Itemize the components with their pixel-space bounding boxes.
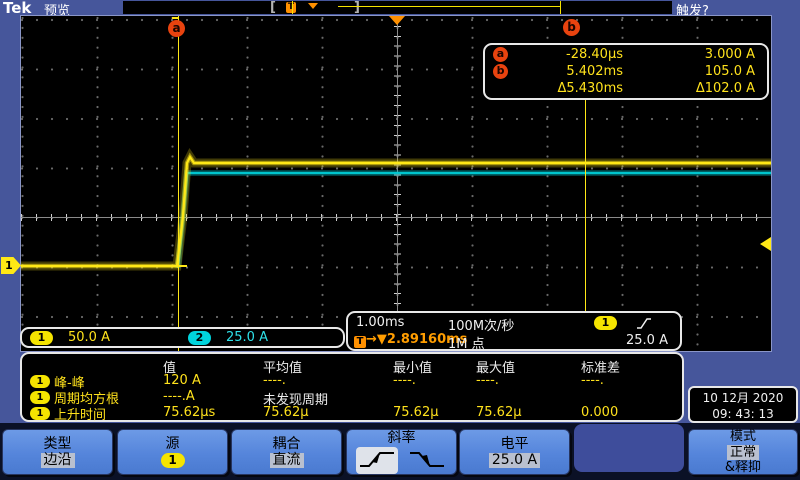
cursor-a-value: 3.000 A [623, 47, 755, 62]
col-header-max: 最大值 [476, 357, 581, 373]
timebase-readout-box: 1.00ms 100M次/秒 1 T→▼2.89160ms 1M 点 25.0 … [346, 311, 682, 351]
ch2-badge[interactable]: 2 [188, 331, 211, 345]
measurement-max: ----. [476, 373, 581, 389]
trigger-level-arrow-icon[interactable] [760, 237, 771, 251]
button-value: 25.0 A [489, 453, 540, 468]
time-label: 09: 43: 13 [690, 406, 796, 422]
cursor-readout-box: a -28.40µs 3.000 A b 5.402ms 105.0 A Δ5.… [483, 43, 769, 100]
cursor-a-icon: a [493, 47, 508, 62]
channel-readout-box: 1 50.0 A 2 25.0 A [20, 327, 345, 348]
measurement-table: 值 平均值 最小值 最大值 标准差 1 峰-峰 120 A ----. ----… [20, 352, 684, 422]
button-value: 直流 [270, 453, 304, 468]
button-value: 边沿 [41, 453, 75, 468]
button-title: 电平 [501, 436, 529, 452]
menu-button-coupling[interactable]: 耦合 直流 [231, 429, 342, 475]
record-length: 1M 点 [448, 333, 485, 352]
ch1-scale: 50.0 A [68, 330, 110, 345]
measurement-mean: 75.62µ [263, 405, 393, 421]
cursor-delta-value: Δ102.0 A [623, 81, 755, 96]
slope-falling-icon[interactable] [406, 447, 448, 474]
measurement-mean: ----. [263, 373, 393, 389]
cursor-b-icon: b [493, 64, 508, 79]
cursor-a-flag[interactable]: a [168, 20, 185, 37]
datetime-box: 10 12月 2020 09: 43: 13 [688, 386, 798, 423]
cursor-a-line [178, 16, 179, 352]
measurement-std [581, 389, 682, 405]
cursor-b-time: 5.402ms [523, 64, 623, 79]
record-cursor-b-mark [560, 1, 561, 14]
button-title: 耦合 [273, 436, 301, 452]
top-status-bar: Tek 预览 [ ] T 触发? [0, 0, 800, 15]
trigger-source-badge: 1 [594, 316, 617, 330]
trigger-slope-icon [636, 316, 652, 330]
measurement-value: 75.62µs [163, 405, 263, 421]
trigger-level-readout: 25.0 A [626, 333, 668, 348]
record-trigger-icon: T [286, 2, 296, 13]
measurement-name: 上升时间 [54, 404, 106, 423]
cursor-a-top-tick [172, 17, 178, 19]
ch1-badge: 1 [30, 407, 50, 420]
measurement-min [393, 389, 476, 405]
measurement-min: 75.62µ [393, 405, 476, 421]
ch1-badge: 1 [30, 375, 50, 388]
cursor-delta-time: Δ5.430ms [523, 81, 623, 96]
slope-rising-icon[interactable] [356, 447, 398, 474]
button-value: 正常 [727, 445, 759, 460]
softkey-menu-bar: 类型 边沿 源 1 耦合 直流 斜率 [0, 423, 800, 480]
cursor-b-flag[interactable]: b [563, 19, 580, 36]
measurement-value: ----.A [163, 389, 263, 405]
record-waveform-overview [338, 6, 560, 7]
trigger-marker-icon: ▼ [377, 332, 387, 347]
timebase-scale: 1.00ms [356, 315, 404, 330]
col-header-value: 值 [163, 357, 263, 373]
date-label: 10 12月 2020 [690, 390, 796, 406]
ch1-badge[interactable]: 1 [30, 331, 53, 345]
measurement-row-label: 1 上升时间 [30, 405, 163, 421]
button-title: 斜率 [388, 430, 416, 446]
menu-button-type[interactable]: 类型 边沿 [2, 429, 113, 475]
cursor-b-value: 105.0 A [623, 64, 755, 79]
measurement-max [476, 389, 581, 405]
ch2-trace [178, 173, 772, 268]
record-trigger-position-icon [308, 3, 318, 9]
button-title: 源 [166, 436, 180, 452]
measurement-min: ----. [393, 373, 476, 389]
ch1-badge: 1 [30, 391, 50, 404]
trigger-position-icon[interactable] [389, 16, 405, 25]
window-bracket-right-icon: ] [354, 0, 360, 15]
ch1-ground-marker[interactable]: 1 [1, 257, 21, 274]
cursor-a-level-tick [171, 265, 187, 267]
record-cursor-a-mark [292, 1, 293, 14]
col-header-mean: 平均值 [263, 357, 393, 373]
button-title: 模式 [730, 430, 756, 444]
window-bracket-left-icon: [ [270, 0, 276, 15]
cursor-a-time: -28.40µs [523, 47, 623, 62]
oscilloscope-screen: Tek 预览 [ ] T 触发? [0, 0, 800, 480]
measurement-std: ----. [581, 373, 682, 389]
arrow-right-icon: → [366, 332, 377, 347]
measurement-value: 120 A [163, 373, 263, 389]
col-header-std: 标准差 [581, 357, 682, 373]
measurement-std: 0.000 [581, 405, 682, 421]
measurement-mean: 未发现周期 [263, 389, 393, 405]
menu-button-source[interactable]: 源 1 [117, 429, 228, 475]
measurement-max: 75.62µ [476, 405, 581, 421]
button-title: 类型 [44, 436, 72, 452]
menu-button-slope[interactable]: 斜率 [346, 429, 457, 475]
trigger-t-icon: T [354, 336, 366, 348]
record-view-bar: [ ] T [123, 1, 672, 14]
button-value-2: &释抑 [725, 461, 761, 475]
ch2-scale: 25.0 A [226, 330, 268, 345]
source-channel-badge: 1 [161, 453, 185, 468]
waveform-graticule: a -28.40µs 3.000 A b 5.402ms 105.0 A Δ5.… [20, 15, 772, 352]
menu-button-level[interactable]: 电平 25.0 A [459, 429, 570, 475]
col-header-min: 最小值 [393, 357, 476, 373]
menu-button-mode[interactable]: 模式 正常 &释抑 [688, 429, 798, 475]
empty-menu-slot [574, 424, 684, 472]
